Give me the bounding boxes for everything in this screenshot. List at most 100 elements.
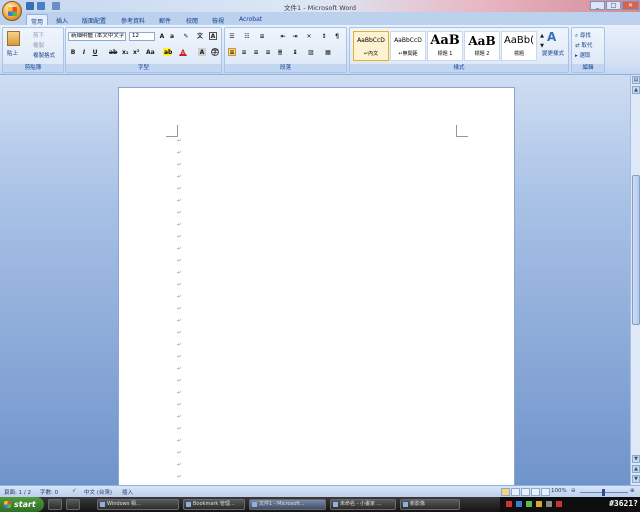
underline-button[interactable]: U	[91, 48, 99, 56]
prev-page-button[interactable]: ▲	[632, 465, 640, 473]
tray-icon[interactable]	[556, 501, 562, 507]
task-item[interactable]: 新影像	[400, 499, 460, 510]
style-no-spacing[interactable]: AaBbCcD ↵無間距	[390, 31, 426, 61]
group-font: 新細明體 (本文中文字) 12 A a ✎ 文 A B I U ab x₂ x²…	[65, 27, 222, 73]
shrink-font-button[interactable]: a	[168, 32, 176, 40]
paragraph-mark: ↵	[177, 474, 182, 480]
tray-icon[interactable]	[506, 501, 512, 507]
zoom-in-icon[interactable]: ⊕	[630, 488, 635, 494]
print-layout-view-icon[interactable]	[501, 488, 510, 496]
tab-page-layout[interactable]: 版面配置	[78, 14, 110, 25]
vertical-scrollbar[interactable]: ▤ ▲ ▼ ▲ ▼	[630, 75, 640, 485]
styles-scroll-up-icon[interactable]: ▲	[539, 32, 545, 40]
scroll-thumb[interactable]	[632, 175, 640, 325]
subscript-button[interactable]: x₂	[121, 48, 129, 56]
enclose-char-button[interactable]: 字	[211, 48, 219, 56]
bullets-icon[interactable]: ☰	[228, 32, 236, 40]
tray-icon[interactable]	[526, 501, 532, 507]
zoom-out-icon[interactable]: ⊖	[571, 488, 576, 494]
document-page[interactable]: ↵↵↵↵↵↵↵↵↵↵↵↵↵↵↵↵↵↵↵↵↵↵↵↵↵↵↵↵↵↵↵	[118, 87, 515, 504]
font-color-button[interactable]: A	[179, 48, 187, 56]
maximize-button[interactable]: □	[606, 1, 621, 10]
char-shading-button[interactable]: A	[198, 48, 206, 56]
align-right-icon[interactable]: ≡	[252, 48, 260, 56]
bold-button[interactable]: B	[69, 48, 77, 56]
tab-home[interactable]: 常用	[26, 14, 49, 26]
word-count[interactable]: 字數: 0	[40, 488, 58, 496]
strikethrough-button[interactable]: ab	[108, 48, 117, 56]
style-heading-2[interactable]: AaB 標題 2	[464, 31, 500, 61]
distributed-icon[interactable]: ≣	[276, 48, 284, 56]
task-item[interactable]: Bookmark 管理...	[183, 499, 245, 510]
tab-acrobat[interactable]: Acrobat	[235, 14, 266, 25]
align-center-icon[interactable]: ≡	[240, 48, 248, 56]
task-item[interactable]: Windows 相...	[97, 499, 179, 510]
quick-launch-desktop-icon[interactable]	[48, 499, 62, 510]
page-count[interactable]: 頁面: 1 / 2	[4, 488, 31, 496]
change-styles-button[interactable]: 變更樣式	[542, 49, 564, 57]
cut-button[interactable]: 剪下	[33, 31, 44, 39]
style-heading-1[interactable]: AaB 標題 1	[427, 31, 463, 61]
phonetic-guide-button[interactable]: 文	[196, 32, 204, 40]
tab-references[interactable]: 參考資料	[117, 14, 149, 25]
format-painter-button[interactable]: 複製格式	[33, 51, 55, 59]
outline-view-icon[interactable]	[531, 488, 540, 496]
tray-icon[interactable]	[516, 501, 522, 507]
quick-launch-ie-icon[interactable]	[66, 499, 80, 510]
zoom-level[interactable]: 100%	[551, 488, 567, 494]
tray-icon[interactable]	[536, 501, 542, 507]
zoom-slider-thumb[interactable]	[602, 489, 605, 496]
multilevel-list-icon[interactable]: ≡	[258, 32, 266, 40]
ruler-toggle-icon[interactable]: ▤	[632, 76, 640, 84]
borders-icon[interactable]: ▦	[324, 48, 332, 56]
highlight-button[interactable]: ab	[163, 48, 172, 56]
line-spacing-icon[interactable]: ↨	[291, 48, 299, 56]
paragraph-mark: ↵	[177, 246, 182, 252]
grow-font-button[interactable]: A	[158, 32, 166, 40]
italic-button[interactable]: I	[80, 48, 88, 56]
start-button[interactable]: start	[0, 497, 44, 512]
replace-button[interactable]: ⇄ 取代	[575, 41, 592, 49]
sort-icon[interactable]: ↕	[320, 32, 328, 40]
char-border-button[interactable]: A	[209, 32, 217, 40]
tray-icon[interactable]	[546, 501, 552, 507]
office-button[interactable]	[2, 1, 22, 21]
full-screen-view-icon[interactable]	[511, 488, 520, 496]
insert-mode[interactable]: 插入	[122, 488, 133, 496]
draft-view-icon[interactable]	[541, 488, 550, 496]
paragraph-mark: ↵	[177, 390, 182, 396]
justify-icon[interactable]: ≡	[264, 48, 272, 56]
style-normal[interactable]: AaBbCcD ↵內文	[353, 31, 389, 61]
show-marks-icon[interactable]: ¶	[333, 32, 341, 40]
tab-mailings[interactable]: 郵件	[155, 14, 175, 25]
clear-format-button[interactable]: ✎	[182, 32, 190, 40]
minimize-button[interactable]: _	[590, 1, 605, 10]
asian-layout-icon[interactable]: ✕	[305, 32, 313, 40]
decrease-indent-icon[interactable]: ⇤	[279, 32, 287, 40]
font-size-select[interactable]: 12	[129, 32, 155, 41]
copy-button[interactable]: 複製	[33, 41, 44, 49]
align-left-icon[interactable]: ≡	[228, 48, 236, 56]
language-status[interactable]: 中文 (台灣)	[84, 488, 112, 496]
paste-button[interactable]: 貼上	[7, 49, 18, 57]
next-page-button[interactable]: ▼	[632, 475, 640, 483]
font-name-select[interactable]: 新細明體 (本文中文字)	[68, 32, 126, 41]
superscript-button[interactable]: x²	[132, 48, 140, 56]
scroll-up-button[interactable]: ▲	[632, 86, 640, 94]
scroll-down-button[interactable]: ▼	[632, 455, 640, 463]
tab-view[interactable]: 檢視	[208, 14, 228, 25]
tab-insert[interactable]: 插入	[52, 14, 72, 25]
select-button[interactable]: ▸ 選取	[575, 51, 591, 59]
close-button[interactable]: ✕	[622, 1, 639, 10]
find-button[interactable]: ⌕ 尋找	[575, 31, 591, 40]
numbering-icon[interactable]: ☷	[243, 32, 251, 40]
task-item[interactable]: 未命名 - 小畫家 ...	[330, 499, 396, 510]
proofing-icon[interactable]: ✓	[72, 488, 77, 494]
tab-review[interactable]: 校閱	[182, 14, 202, 25]
task-item-active[interactable]: 文件1 - Microsoft...	[249, 499, 326, 510]
style-title[interactable]: AaBb( 標題	[501, 31, 537, 61]
increase-indent-icon[interactable]: ⇥	[291, 32, 299, 40]
web-layout-view-icon[interactable]	[521, 488, 530, 496]
shading-icon[interactable]: ▨	[307, 48, 315, 56]
change-case-button[interactable]: Aa	[145, 48, 155, 56]
